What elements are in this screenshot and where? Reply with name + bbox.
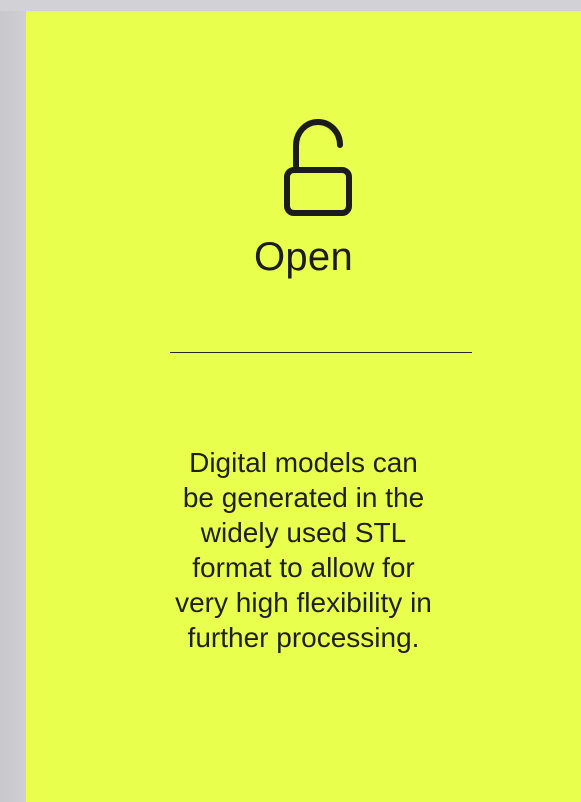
card-description: Digital models can be generated in the w… xyxy=(175,447,432,653)
unlocked-padlock-icon xyxy=(284,118,352,216)
top-bar xyxy=(0,0,581,11)
divider xyxy=(170,352,472,353)
card-title: Open xyxy=(253,235,354,279)
